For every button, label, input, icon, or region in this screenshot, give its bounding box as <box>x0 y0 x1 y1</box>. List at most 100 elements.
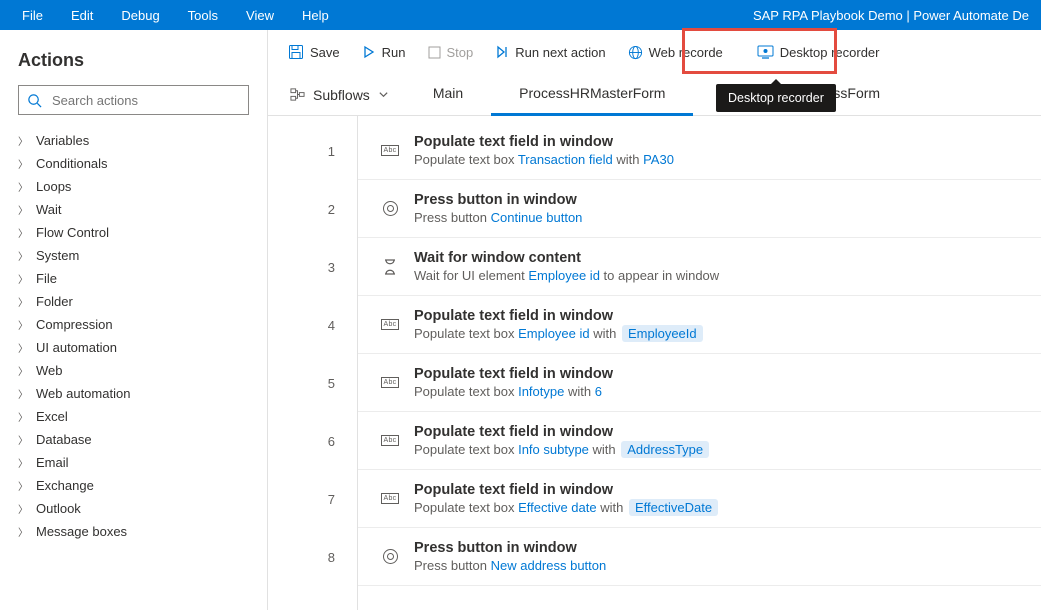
step-description: Populate text box Employee id with Emplo… <box>414 326 703 341</box>
chevron-right-icon: 〉 <box>18 386 28 401</box>
tabs-row: Subflows MainProcessHRMasterFormssForm <box>268 74 1041 116</box>
chevron-right-icon: 〉 <box>18 225 28 240</box>
category-wait[interactable]: 〉Wait <box>0 198 267 221</box>
actions-sidebar: Actions 〉Variables〉Conditionals〉Loops〉Wa… <box>0 30 268 610</box>
category-database[interactable]: 〉Database <box>0 428 267 451</box>
tab-processhrmasterform[interactable]: ProcessHRMasterForm <box>491 74 693 116</box>
category-loops[interactable]: 〉Loops <box>0 175 267 198</box>
step-row[interactable]: Abc Populate text field in window Populate… <box>358 122 1041 180</box>
category-web[interactable]: 〉Web <box>0 359 267 382</box>
steps-area: 12345678 Abc Populate text field in windo… <box>268 116 1041 610</box>
step-description: Populate text box Effective date with Ef… <box>414 500 718 515</box>
step-description: Populate text box Transaction field with… <box>414 152 674 167</box>
step-description: Press button Continue button <box>414 210 582 225</box>
category-excel[interactable]: 〉Excel <box>0 405 267 428</box>
stop-button[interactable]: Stop <box>418 39 484 66</box>
chevron-right-icon: 〉 <box>18 363 28 378</box>
link-text: PA30 <box>643 152 674 167</box>
textfield-icon: Abc <box>381 145 400 156</box>
step-row[interactable]: AbcPopulate text field in windowPopulate… <box>358 296 1041 354</box>
category-web-automation[interactable]: 〉Web automation <box>0 382 267 405</box>
run-next-action-button[interactable]: Run next action <box>485 39 615 66</box>
save-button[interactable]: Save <box>278 38 350 66</box>
step-row[interactable]: AbcPopulate text field in windowPopulate… <box>358 354 1041 412</box>
line-number: 1 <box>268 122 357 180</box>
line-number: 6 <box>268 412 357 470</box>
category-exchange[interactable]: 〉Exchange <box>0 474 267 497</box>
run-button[interactable]: Run <box>352 39 416 66</box>
link-text: 6 <box>595 384 602 399</box>
menu-bar: FileEditDebugToolsViewHelp SAP RPA Playb… <box>0 0 1041 30</box>
search-input[interactable] <box>50 92 240 109</box>
category-ui-automation[interactable]: 〉UI automation <box>0 336 267 359</box>
category-list: 〉Variables〉Conditionals〉Loops〉Wait〉Flow … <box>0 125 267 610</box>
search-actions-field[interactable] <box>18 85 249 115</box>
chevron-right-icon: 〉 <box>18 133 28 148</box>
step-title: Populate text field in window <box>414 424 709 440</box>
menu-tools[interactable]: Tools <box>174 0 232 30</box>
step-description: Press button New address button <box>414 558 606 573</box>
button-press-icon <box>382 548 399 565</box>
step-row[interactable]: Press button in window Press button Conti… <box>358 180 1041 238</box>
web-recorder-button[interactable]: Web recorde <box>618 39 733 66</box>
tab-main[interactable]: Main <box>405 74 491 116</box>
step-title: Populate text field in window <box>414 482 718 498</box>
search-icon <box>27 93 42 108</box>
chevron-right-icon: 〉 <box>18 432 28 447</box>
menu-debug[interactable]: Debug <box>107 0 173 30</box>
link-text: Transaction field <box>518 152 613 167</box>
category-email[interactable]: 〉Email <box>0 451 267 474</box>
step-title: Press button in window <box>414 192 582 208</box>
category-message-boxes[interactable]: 〉Message boxes <box>0 520 267 543</box>
variable-pill: EffectiveDate <box>629 499 718 516</box>
category-system[interactable]: 〉System <box>0 244 267 267</box>
steps-list: Abc Populate text field in window Populate… <box>358 116 1041 610</box>
variable-pill: EmployeeId <box>622 325 703 342</box>
step-row[interactable]: AbcPopulate text field in windowPopulate… <box>358 470 1041 528</box>
textfield-icon: Abc <box>381 435 400 446</box>
chevron-right-icon: 〉 <box>18 317 28 332</box>
category-folder[interactable]: 〉Folder <box>0 290 267 313</box>
sidebar-title: Actions <box>18 50 249 71</box>
link-text: Employee id <box>518 326 590 341</box>
desktop-recorder-tooltip: Desktop recorder <box>716 84 836 112</box>
category-file[interactable]: 〉File <box>0 267 267 290</box>
category-outlook[interactable]: 〉Outlook <box>0 497 267 520</box>
menu-file[interactable]: File <box>8 0 57 30</box>
hourglass-icon <box>383 259 397 275</box>
textfield-icon: Abc <box>381 377 400 388</box>
chevron-right-icon: 〉 <box>18 478 28 493</box>
category-flow-control[interactable]: 〉Flow Control <box>0 221 267 244</box>
button-press-icon <box>382 200 399 217</box>
desktop-recorder-button[interactable]: Desktop recorder <box>735 39 890 66</box>
line-number: 8 <box>268 528 357 586</box>
link-text: Employee id <box>528 268 600 283</box>
category-variables[interactable]: 〉Variables <box>0 129 267 152</box>
step-description: Populate text box Info subtype with Addr… <box>414 442 709 457</box>
subflows-dropdown[interactable]: Subflows <box>274 87 405 103</box>
menu-view[interactable]: View <box>232 0 288 30</box>
category-compression[interactable]: 〉Compression <box>0 313 267 336</box>
menu-edit[interactable]: Edit <box>57 0 107 30</box>
menu-help[interactable]: Help <box>288 0 343 30</box>
line-number: 7 <box>268 470 357 528</box>
step-row[interactable]: Abc Populate text field in window Populate… <box>358 412 1041 470</box>
link-text: Continue button <box>491 210 583 225</box>
variable-pill: AddressType <box>621 441 709 458</box>
chevron-right-icon: 〉 <box>18 340 28 355</box>
chevron-right-icon: 〉 <box>18 202 28 217</box>
chevron-right-icon: 〉 <box>18 156 28 171</box>
line-number-gutter: 12345678 <box>268 116 358 610</box>
chevron-down-icon <box>378 89 389 100</box>
step-title: Populate text field in window <box>414 134 674 150</box>
step-description: Populate text box Infotype with 6 <box>414 384 613 399</box>
line-number: 5 <box>268 354 357 412</box>
step-row[interactable]: Wait for window content Wait for UI eleme… <box>358 238 1041 296</box>
step-title: Wait for window content <box>414 250 719 266</box>
step-description: Wait for UI element Employee id to appea… <box>414 268 719 283</box>
chevron-right-icon: 〉 <box>18 455 28 470</box>
step-row[interactable]: Press button in windowPress button New a… <box>358 528 1041 586</box>
chevron-right-icon: 〉 <box>18 409 28 424</box>
category-conditionals[interactable]: 〉Conditionals <box>0 152 267 175</box>
link-text: Infotype <box>518 384 564 399</box>
